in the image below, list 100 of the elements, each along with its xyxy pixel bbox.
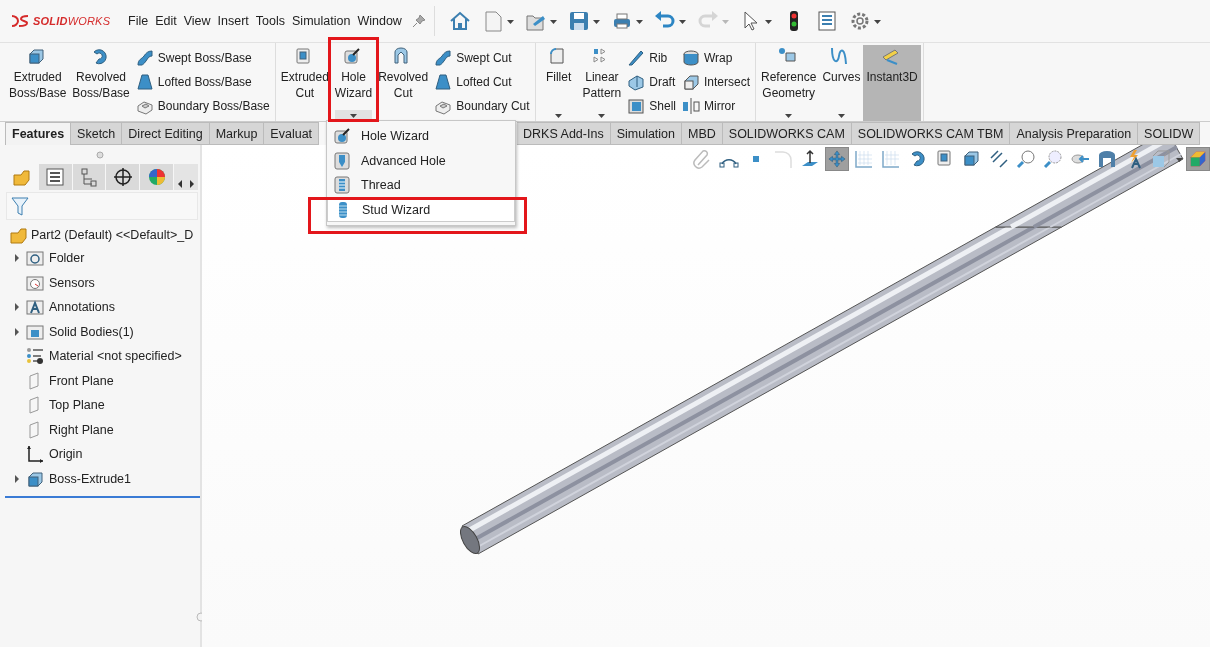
- tree-item[interactable]: Sensors: [0, 270, 200, 295]
- expand-arrow-icon[interactable]: [13, 254, 21, 263]
- ribbon-button[interactable]: Extruded Cut: [277, 45, 332, 121]
- rib-icon: [627, 49, 646, 67]
- panel-handle-icon[interactable]: [96, 151, 104, 159]
- material-icon: [26, 347, 44, 366]
- menu-item[interactable]: Window: [357, 12, 402, 30]
- block-icon[interactable]: [962, 149, 982, 169]
- tree-item[interactable]: Folder: [0, 246, 200, 271]
- ribbon-tab[interactable]: SOLIDW: [1138, 122, 1201, 145]
- ribbon-button[interactable]: Rib: [627, 49, 676, 67]
- caret-icon: [837, 112, 845, 119]
- ribbon-button[interactable]: Shell: [627, 97, 676, 115]
- ribbon-button[interactable]: Wrap: [681, 49, 750, 67]
- tree-item[interactable]: Front Plane: [0, 368, 200, 393]
- ribbon-button[interactable]: Lofted Cut: [434, 73, 530, 91]
- panel-tab[interactable]: [106, 164, 141, 190]
- tree-item[interactable]: Material <not specified>: [0, 344, 200, 369]
- normal-to-icon[interactable]: [800, 149, 820, 169]
- caret-icon: [785, 112, 793, 119]
- caret-icon: [555, 112, 563, 119]
- tree-item[interactable]: Boss-Extrude1: [0, 466, 200, 491]
- caret-icon: [592, 17, 600, 25]
- menu-item[interactable]: Simulation: [292, 12, 351, 30]
- crosshair-icon: [112, 167, 133, 187]
- ribbon-tab[interactable]: Evaluat: [264, 122, 320, 145]
- tree-item[interactable]: Top Plane: [0, 393, 200, 418]
- ribbon-tab[interactable]: DRKS Add-Ins: [517, 122, 611, 145]
- caret-icon: [721, 17, 729, 25]
- property-list-icon: [45, 167, 66, 187]
- ribbon-button[interactable]: Instant3D: [863, 45, 921, 121]
- block-icon: [26, 469, 44, 488]
- measure-icon[interactable]: [989, 149, 1009, 169]
- thread-icon: [333, 176, 351, 195]
- annotation-icon: [26, 298, 44, 317]
- expand-arrow-icon[interactable]: [13, 303, 21, 312]
- ribbon-button[interactable]: Fillet: [537, 45, 580, 121]
- ribbon-button[interactable]: Swept Cut: [434, 49, 530, 67]
- ribbon-tab[interactable]: Simulation: [610, 122, 683, 145]
- ribbon-tab[interactable]: MBD: [682, 122, 723, 145]
- ribbon-tab[interactable]: Sketch: [71, 122, 123, 145]
- ribbon-button[interactable]: Curves: [819, 45, 864, 121]
- ribbon-tab[interactable]: Direct Editing: [122, 122, 210, 145]
- ribbon-button[interactable]: Lofted Boss/Base: [135, 73, 270, 91]
- ribbon-button[interactable]: Reference Geometry: [758, 45, 820, 121]
- panel-tab[interactable]: [38, 164, 73, 190]
- pin-icon[interactable]: [411, 14, 426, 28]
- ribbon-button[interactable]: Boundary Boss/Base: [135, 97, 270, 115]
- filter-icon[interactable]: [11, 196, 29, 216]
- shell-icon: [627, 97, 646, 115]
- part-icon: [11, 167, 32, 187]
- ribbon-button[interactable]: Boundary Cut: [434, 97, 530, 115]
- expand-arrow-icon[interactable]: [13, 327, 21, 336]
- tree-item[interactable]: Annotations: [0, 295, 200, 320]
- menu-item[interactable]: Tools: [255, 12, 286, 30]
- expand-arrow-icon[interactable]: [13, 474, 21, 483]
- tree-item[interactable]: Solid Bodies(1): [0, 319, 200, 344]
- hollow-block-icon[interactable]: [1097, 149, 1117, 169]
- menu-item[interactable]: File: [128, 12, 149, 30]
- color-part-icon[interactable]: [1189, 149, 1207, 169]
- caret-icon: [598, 112, 606, 119]
- scroll-arrows-icon[interactable]: [176, 178, 196, 190]
- menu-item[interactable]: Thread: [327, 173, 515, 198]
- ribbon-button[interactable]: Intersect: [681, 73, 750, 91]
- ribbon-button[interactable]: Revolved Cut: [375, 45, 432, 121]
- logo-icon: [10, 14, 30, 28]
- tree-item[interactable]: Right Plane: [0, 417, 200, 442]
- cube-icon[interactable]: [1151, 149, 1171, 169]
- paperclip-icon[interactable]: [692, 149, 712, 169]
- menu-item[interactable]: Hole Wizard: [327, 124, 515, 149]
- ribbon-button[interactable]: Revolved Boss/Base: [69, 45, 133, 121]
- caret-icon: [678, 17, 686, 25]
- ribbon-button[interactable]: Swept Boss/Base: [135, 49, 270, 67]
- zoom-icon[interactable]: [1016, 149, 1036, 169]
- menu-item[interactable]: Edit: [155, 12, 177, 30]
- ribbon-button[interactable]: Mirror: [681, 97, 750, 115]
- drill-hole-icon: [333, 127, 351, 146]
- ribbon-button[interactable]: Extruded Boss/Base: [6, 45, 70, 121]
- menu-item[interactable]: View: [183, 12, 211, 30]
- intersect-icon: [681, 73, 700, 91]
- sweep-icon: [434, 49, 453, 67]
- ribbon-tab[interactable]: SOLIDWORKS CAM TBM: [851, 122, 1011, 145]
- tree-item[interactable]: Origin: [0, 442, 200, 467]
- ribbon-tab[interactable]: SOLIDWORKS CAM: [722, 122, 852, 145]
- caret-icon: [506, 17, 514, 25]
- menu-item[interactable]: Advanced Hole: [327, 148, 515, 173]
- caret-icon: [635, 17, 643, 25]
- ribbon-tab[interactable]: Features: [5, 122, 72, 145]
- ribbon-tab[interactable]: Analysis Preparation: [1010, 122, 1139, 145]
- ribbon-button[interactable]: Linear Pattern: [579, 45, 625, 121]
- save-icon[interactable]: [567, 10, 590, 32]
- logo-text: SOLIDWORKS: [33, 15, 111, 27]
- ribbon-button[interactable]: Hole Wizard: [331, 45, 376, 121]
- caret-icon: [764, 17, 772, 25]
- ribbon-tab[interactable]: Markup: [209, 122, 265, 145]
- configuration-icon: [79, 167, 99, 187]
- ribbon-button[interactable]: Draft: [627, 73, 676, 91]
- menu-item[interactable]: Insert: [217, 12, 249, 30]
- zoom-icon[interactable]: [1043, 149, 1063, 169]
- tree-root-label[interactable]: Part2 (Default) <<Default>_D: [31, 228, 194, 242]
